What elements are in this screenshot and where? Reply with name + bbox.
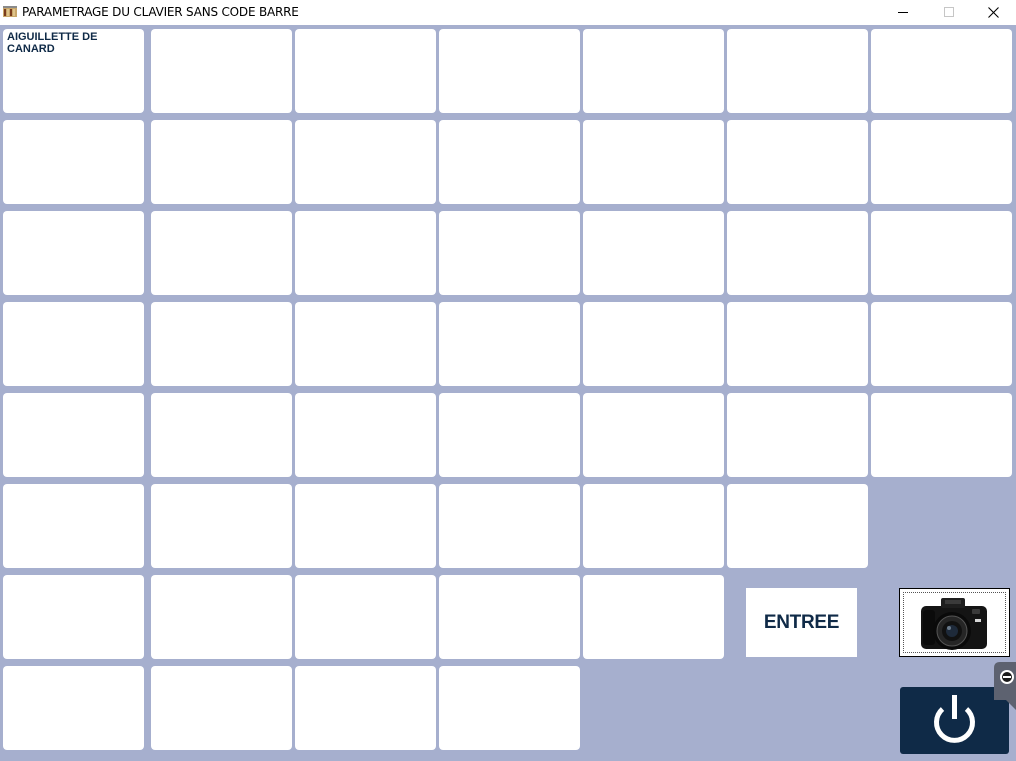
close-icon	[988, 7, 999, 18]
keypad-key[interactable]	[295, 29, 436, 113]
keypad-key[interactable]	[439, 302, 580, 386]
keypad-key[interactable]	[727, 120, 868, 204]
keypad-key[interactable]	[151, 302, 292, 386]
keypad-key[interactable]	[3, 120, 144, 204]
keypad-key[interactable]	[583, 575, 724, 659]
keypad-key[interactable]	[871, 211, 1012, 295]
keypad-key[interactable]	[3, 484, 144, 568]
keypad-key[interactable]	[3, 302, 144, 386]
keypad-key[interactable]	[583, 211, 724, 295]
keypad-key[interactable]	[151, 393, 292, 477]
keypad-key[interactable]	[151, 29, 292, 113]
maximize-button[interactable]	[926, 0, 972, 25]
keypad-key[interactable]	[3, 211, 144, 295]
entree-button-label: ENTREE	[763, 612, 840, 633]
keypad-key[interactable]	[439, 393, 580, 477]
keypad-key[interactable]	[3, 575, 144, 659]
keypad-key[interactable]	[871, 393, 1012, 477]
keypad-key[interactable]	[727, 393, 868, 477]
minimize-button[interactable]	[880, 0, 926, 25]
maximize-icon	[944, 7, 954, 17]
keypad-key[interactable]	[151, 120, 292, 204]
keypad-key[interactable]	[727, 484, 868, 568]
entree-button[interactable]: ENTREE	[746, 588, 857, 657]
keypad-key[interactable]	[439, 666, 580, 750]
camera-button-frame	[903, 592, 1006, 653]
keypad-key[interactable]	[295, 120, 436, 204]
keypad-key[interactable]	[727, 211, 868, 295]
camera-icon	[921, 598, 987, 650]
title-bar: PARAMETRAGE DU CLAVIER SANS CODE BARRE	[0, 0, 1016, 25]
window-title: PARAMETRAGE DU CLAVIER SANS CODE BARRE	[22, 5, 299, 19]
power-icon	[934, 695, 975, 743]
keypad-key[interactable]	[583, 393, 724, 477]
keypad-key[interactable]	[151, 666, 292, 750]
keypad-key[interactable]	[727, 302, 868, 386]
keypad-key[interactable]	[583, 484, 724, 568]
keypad-key[interactable]: AIGUILLETTE DE CANARD	[3, 29, 144, 113]
keypad-key[interactable]	[727, 29, 868, 113]
keypad-key[interactable]	[583, 29, 724, 113]
keypad-key[interactable]	[871, 302, 1012, 386]
keypad-key[interactable]	[871, 120, 1012, 204]
keypad-key[interactable]	[151, 575, 292, 659]
keypad-key[interactable]	[295, 666, 436, 750]
keypad-key[interactable]	[439, 484, 580, 568]
keypad-key[interactable]	[583, 302, 724, 386]
app-icon	[3, 6, 17, 17]
keypad-key[interactable]	[439, 120, 580, 204]
keypad-key[interactable]	[295, 484, 436, 568]
keypad-key[interactable]	[295, 575, 436, 659]
keypad-key[interactable]	[295, 393, 436, 477]
close-button[interactable]	[970, 0, 1016, 25]
minimize-icon	[898, 12, 908, 13]
keypad-key[interactable]	[439, 29, 580, 113]
keypad-key[interactable]	[295, 211, 436, 295]
keypad-key[interactable]	[439, 211, 580, 295]
keypad-key[interactable]	[3, 393, 144, 477]
camera-button[interactable]	[899, 588, 1010, 657]
keypad-key-label: AIGUILLETTE DE CANARD	[7, 31, 98, 55]
keypad-key[interactable]	[151, 211, 292, 295]
side-tab-handle[interactable]	[994, 662, 1016, 710]
keypad-key[interactable]	[151, 484, 292, 568]
keypad-key[interactable]	[439, 575, 580, 659]
power-button[interactable]	[900, 687, 1009, 754]
keypad-key[interactable]	[871, 29, 1012, 113]
keypad-key[interactable]	[583, 120, 724, 204]
keypad-key[interactable]	[3, 666, 144, 750]
keypad-key[interactable]	[295, 302, 436, 386]
